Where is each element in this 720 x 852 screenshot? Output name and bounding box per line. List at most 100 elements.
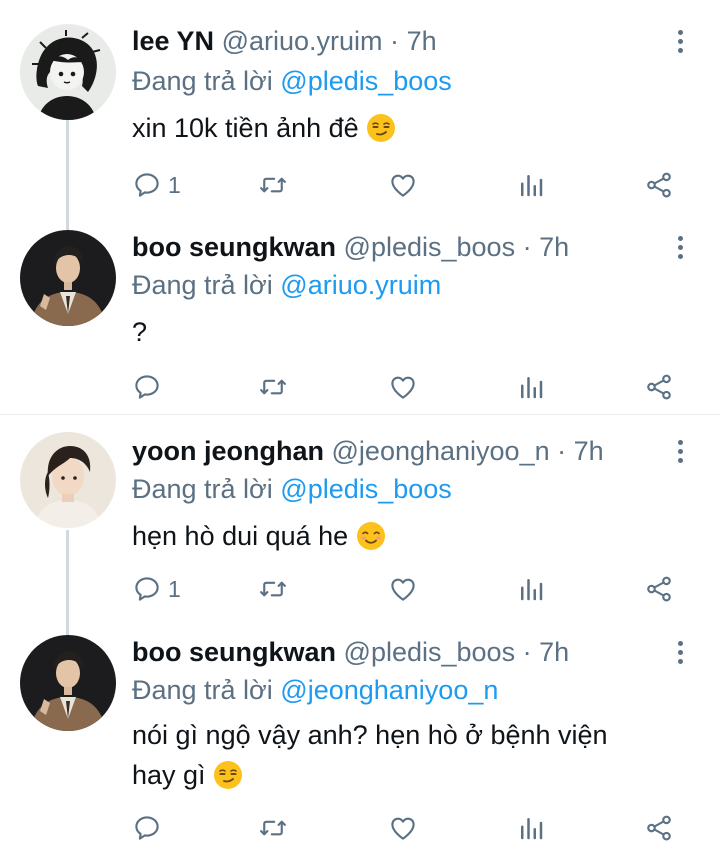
tweet-header: boo seungkwan @pledis_boos · 7h [132, 635, 569, 669]
retweet-button[interactable] [258, 811, 288, 845]
stats-button[interactable] [516, 811, 546, 845]
like-button[interactable] [388, 168, 418, 202]
display-name[interactable]: yoon jeonghan [132, 436, 324, 466]
replying-to-label: Đang trả lời [132, 66, 273, 96]
stats-button[interactable] [516, 572, 546, 606]
retweet-button[interactable] [258, 572, 288, 606]
reply-button[interactable] [132, 370, 162, 404]
avatar[interactable] [20, 432, 116, 528]
more-options-icon[interactable] [670, 24, 690, 58]
replying-to: Đang trả lời @jeonghaniyoo_n [132, 673, 498, 707]
reply-icon [132, 372, 162, 402]
handle[interactable]: @pledis_boos [344, 232, 516, 262]
avatar[interactable] [20, 230, 116, 326]
man-in-suit-avatar [20, 635, 116, 731]
separator: · [522, 637, 532, 667]
smiling-face-icon [356, 521, 386, 551]
like-icon [388, 813, 418, 843]
share-icon [644, 574, 674, 604]
more-options-icon[interactable] [670, 635, 690, 669]
reply-button[interactable] [132, 811, 162, 845]
tweet-text: ? [132, 312, 147, 352]
separator: · [522, 232, 532, 262]
share-button[interactable] [644, 572, 674, 606]
reply-button[interactable]: 1 [132, 168, 181, 202]
mention-link[interactable]: @ariuo.yruim [280, 270, 441, 300]
like-button[interactable] [388, 811, 418, 845]
replying-to: Đang trả lời @pledis_boos [132, 64, 452, 98]
tweet-text-line: nói gì ngộ vậy anh? hẹn hò ở bệnh viện [132, 720, 608, 750]
mention-link[interactable]: @jeonghaniyoo_n [280, 675, 498, 705]
stats-icon [516, 813, 546, 843]
retweet-icon [258, 170, 288, 200]
tweet-text-content: hẹn hò dui quá he [132, 521, 349, 551]
action-bar: 1 [132, 572, 692, 606]
reply-count: 1 [168, 575, 181, 602]
stats-button[interactable] [516, 168, 546, 202]
retweet-icon [258, 813, 288, 843]
share-button[interactable] [644, 811, 674, 845]
man-in-suit-avatar [20, 230, 116, 326]
tweet-header: boo seungkwan @pledis_boos · 7h [132, 230, 569, 264]
share-icon [644, 170, 674, 200]
handle[interactable]: @pledis_boos [344, 637, 516, 667]
tweet-header: lee YN @ariuo.yruim · 7h [132, 24, 437, 58]
tweet[interactable]: yoon jeonghan @jeonghaniyoo_n · 7h Đang … [0, 432, 720, 612]
tweet-text: xin 10k tiền ảnh đê [132, 108, 396, 148]
like-icon [388, 574, 418, 604]
action-bar: 1 [132, 168, 692, 202]
tweet-text-line: hay gì [132, 760, 206, 790]
more-options-icon[interactable] [670, 230, 690, 264]
retweet-icon [258, 372, 288, 402]
reply-button[interactable]: 1 [132, 572, 181, 606]
retweet-icon [258, 574, 288, 604]
replying-to: Đang trả lời @ariuo.yruim [132, 268, 441, 302]
cartoon-girl-avatar [20, 24, 116, 120]
handle[interactable]: @jeonghaniyoo_n [332, 436, 550, 466]
replying-to-label: Đang trả lời [132, 474, 273, 504]
smirking-face-icon [213, 760, 243, 790]
tweet[interactable]: boo seungkwan @pledis_boos · 7h Đang trả… [0, 635, 720, 852]
like-icon [388, 372, 418, 402]
like-button[interactable] [388, 370, 418, 404]
tweet-text-content: xin 10k tiền ảnh đê [132, 113, 359, 143]
tweet[interactable]: boo seungkwan @pledis_boos · 7h Đang trả… [0, 230, 720, 410]
share-icon [644, 813, 674, 843]
tweet-text: nói gì ngộ vậy anh? hẹn hò ở bệnh viện h… [132, 715, 608, 795]
tweet-text-line-2: hay gì [132, 755, 608, 795]
retweet-button[interactable] [258, 168, 288, 202]
action-bar [132, 370, 692, 404]
stats-icon [516, 170, 546, 200]
timestamp[interactable]: 7h [539, 232, 569, 262]
avatar[interactable] [20, 635, 116, 731]
tweet[interactable]: lee YN @ariuo.yruim · 7h Đang trả lời @p… [0, 24, 720, 214]
tweet-header: yoon jeonghan @jeonghaniyoo_n · 7h [132, 434, 604, 468]
replying-to-label: Đang trả lời [132, 270, 273, 300]
reply-icon [132, 170, 162, 200]
smirking-face-icon [366, 113, 396, 143]
share-icon [644, 372, 674, 402]
retweet-button[interactable] [258, 370, 288, 404]
handle[interactable]: @ariuo.yruim [222, 26, 383, 56]
share-button[interactable] [644, 370, 674, 404]
like-icon [388, 170, 418, 200]
reply-icon [132, 813, 162, 843]
like-button[interactable] [388, 572, 418, 606]
timestamp[interactable]: 7h [574, 436, 604, 466]
display-name[interactable]: boo seungkwan [132, 232, 336, 262]
tweet-text: hẹn hò dui quá he [132, 516, 386, 556]
stats-icon [516, 372, 546, 402]
avatar[interactable] [20, 24, 116, 120]
more-options-icon[interactable] [670, 434, 690, 468]
display-name[interactable]: lee YN [132, 26, 214, 56]
stats-button[interactable] [516, 370, 546, 404]
separator: · [557, 436, 567, 466]
mention-link[interactable]: @pledis_boos [280, 474, 452, 504]
young-man-avatar [20, 432, 116, 528]
reply-count: 1 [168, 171, 181, 198]
share-button[interactable] [644, 168, 674, 202]
display-name[interactable]: boo seungkwan [132, 637, 336, 667]
timestamp[interactable]: 7h [539, 637, 569, 667]
mention-link[interactable]: @pledis_boos [280, 66, 452, 96]
timestamp[interactable]: 7h [407, 26, 437, 56]
